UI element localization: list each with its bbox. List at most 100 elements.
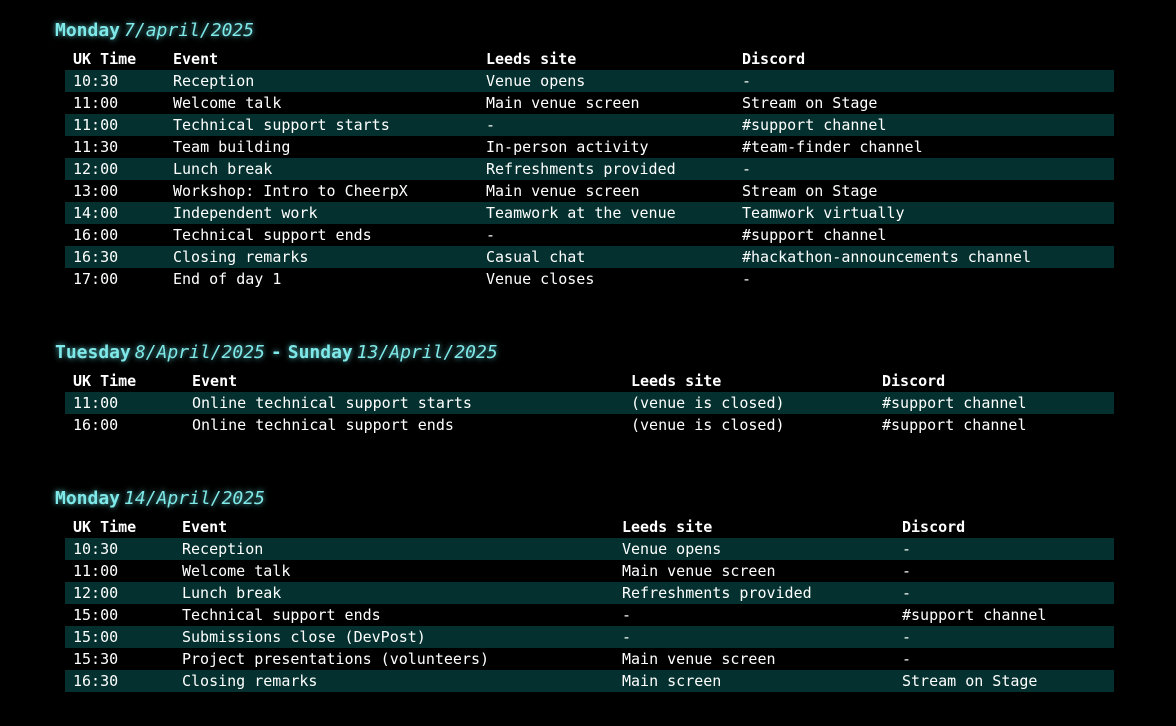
column-header-discord: Discord bbox=[882, 372, 946, 390]
cell-event: Online technical support starts bbox=[184, 392, 623, 414]
cell-time: 16:30 bbox=[65, 246, 165, 268]
column-header-leeds: Leeds site bbox=[622, 518, 713, 536]
cell-event: Closing remarks bbox=[174, 670, 614, 692]
cell-event: Reception bbox=[174, 538, 614, 560]
table-row: 10:30 Reception Venue opens - bbox=[65, 70, 1114, 92]
cell-leeds-site: (venue is closed) bbox=[631, 416, 785, 434]
table-row: 11:30 Team building In-person activity #tea… bbox=[65, 136, 1114, 158]
table-row: 15:30 Project presentations (volunteers) M… bbox=[65, 648, 1114, 670]
cell-time: 15:00 bbox=[65, 626, 174, 648]
cell-time: 11:00 bbox=[65, 392, 184, 414]
cell-leeds-site: Main venue screen bbox=[622, 562, 776, 580]
cell-time: 11:00 bbox=[73, 94, 119, 112]
day-date: 14/April/2025 bbox=[124, 488, 265, 509]
table-header-row: UK Time Event Leeds site Discord bbox=[65, 516, 1114, 538]
table-row: 11:00 Technical support starts - #support c… bbox=[65, 114, 1114, 136]
day-name: Tuesday bbox=[55, 342, 131, 363]
cell-leeds-site: Teamwork at the venue bbox=[478, 202, 734, 224]
cell-discord: - bbox=[894, 582, 1114, 604]
cell-discord: Teamwork virtually bbox=[734, 202, 1114, 224]
column-header-time: UK Time bbox=[73, 372, 137, 390]
cell-time: 11:00 bbox=[65, 114, 165, 136]
cell-leeds-site: - bbox=[478, 114, 734, 136]
schedule-table: UK Time Event Leeds site Discord 10:30 Re… bbox=[65, 516, 1114, 692]
day-name: Monday bbox=[55, 20, 121, 41]
cell-discord: #support channel bbox=[874, 392, 1114, 414]
column-header-event: Event bbox=[182, 518, 228, 536]
cell-leeds-site: Venue opens bbox=[478, 70, 734, 92]
cell-leeds-site: (venue is closed) bbox=[623, 392, 874, 414]
day-date: 8/April/2025 bbox=[134, 342, 265, 363]
schedule-table: UK Time Event Leeds site Discord 10:30 Re… bbox=[65, 48, 1114, 290]
cell-leeds-site: Refreshments provided bbox=[478, 158, 734, 180]
table-header-row: UK Time Event Leeds site Discord bbox=[65, 370, 1114, 392]
cell-time: 17:00 bbox=[73, 270, 119, 288]
cell-time: 10:30 bbox=[65, 70, 165, 92]
cell-event: Reception bbox=[165, 70, 478, 92]
table-row: 12:00 Lunch break Refreshments provided - bbox=[65, 582, 1114, 604]
cell-event: Lunch break bbox=[174, 582, 614, 604]
table-row: 12:00 Lunch break Refreshments provided - bbox=[65, 158, 1114, 180]
column-header-leeds: Leeds site bbox=[486, 50, 577, 68]
cell-event: Submissions close (DevPost) bbox=[174, 626, 614, 648]
cell-time: 16:00 bbox=[73, 226, 119, 244]
column-header-discord: Discord bbox=[742, 50, 806, 68]
cell-discord: - bbox=[734, 158, 1114, 180]
cell-discord: - bbox=[902, 562, 912, 580]
cell-event: Technical support ends bbox=[182, 606, 381, 624]
cell-leeds-site: In-person activity bbox=[486, 138, 649, 156]
heading-separator: - bbox=[270, 342, 282, 363]
cell-time: 15:00 bbox=[73, 606, 119, 624]
cell-event: Welcome talk bbox=[173, 94, 282, 112]
cell-event: Team building bbox=[173, 138, 291, 156]
column-header-leeds: Leeds site bbox=[631, 372, 722, 390]
cell-time: 15:30 bbox=[73, 650, 119, 668]
table-row: 16:30 Closing remarks Main screen Stream on… bbox=[65, 670, 1114, 692]
cell-discord: Stream on Stage bbox=[894, 670, 1114, 692]
cell-event: Project presentations (volunteers) bbox=[182, 650, 490, 668]
schedule-table: UK Time Event Leeds site Discord 11:00 On… bbox=[65, 370, 1114, 436]
cell-discord: #hackathon-announcements channel bbox=[734, 246, 1114, 268]
cell-event: Technical support ends bbox=[173, 226, 372, 244]
cell-leeds-site: Main venue screen bbox=[486, 94, 640, 112]
day-heading: Monday 7/april/2025 bbox=[55, 20, 254, 42]
cell-event: Independent work bbox=[165, 202, 478, 224]
day-heading: Tuesday 8/April/2025- Sunday 13/April/2025 bbox=[55, 342, 498, 364]
cell-time: 16:30 bbox=[65, 670, 174, 692]
day-date-end: 13/April/2025 bbox=[356, 342, 498, 363]
cell-time: 11:00 bbox=[73, 562, 119, 580]
table-row: 11:00 Welcome talk Main venue screen - bbox=[65, 560, 1114, 582]
cell-leeds-site: - bbox=[622, 606, 632, 624]
table-row: 16:00 Online technical support ends (venue… bbox=[65, 414, 1114, 436]
cell-leeds-site: Venue closes bbox=[486, 270, 595, 288]
day-date: 7/april/2025 bbox=[124, 20, 255, 41]
cell-time: 14:00 bbox=[65, 202, 165, 224]
table-row: 17:00 End of day 1 Venue closes - bbox=[65, 268, 1114, 290]
table-row: 16:30 Closing remarks Casual chat #hackatho… bbox=[65, 246, 1114, 268]
cell-event: Technical support starts bbox=[165, 114, 478, 136]
table-row: 14:00 Independent work Teamwork at the ven… bbox=[65, 202, 1114, 224]
cell-discord: #team-finder channel bbox=[742, 138, 923, 156]
cell-time: 11:30 bbox=[73, 138, 119, 156]
cell-discord: - bbox=[894, 538, 1114, 560]
day-name: Monday bbox=[55, 488, 121, 509]
table-row: 11:00 Online technical support starts (ven… bbox=[65, 392, 1114, 414]
cell-leeds-site: Main venue screen bbox=[622, 650, 776, 668]
cell-discord: - bbox=[902, 650, 912, 668]
column-header-event: Event bbox=[192, 372, 238, 390]
cell-leeds-site: Main screen bbox=[614, 670, 894, 692]
cell-leeds-site: Refreshments provided bbox=[614, 582, 894, 604]
cell-discord: #support channel bbox=[734, 114, 1114, 136]
table-row: 15:00 Technical support ends - #support cha… bbox=[65, 604, 1114, 626]
cell-discord: #support channel bbox=[882, 416, 1027, 434]
column-header-time: UK Time bbox=[73, 50, 137, 68]
table-row: 13:00 Workshop: Intro to CheerpX Main venu… bbox=[65, 180, 1114, 202]
cell-event: Welcome talk bbox=[182, 562, 291, 580]
table-row: 10:30 Reception Venue opens - bbox=[65, 538, 1114, 560]
cell-leeds-site: - bbox=[614, 626, 894, 648]
table-header-row: UK Time Event Leeds site Discord bbox=[65, 48, 1114, 70]
table-row: 16:00 Technical support ends - #support cha… bbox=[65, 224, 1114, 246]
cell-discord: #support channel bbox=[742, 226, 887, 244]
table-row: 15:00 Submissions close (DevPost) - - bbox=[65, 626, 1114, 648]
cell-event: Workshop: Intro to CheerpX bbox=[173, 182, 408, 200]
